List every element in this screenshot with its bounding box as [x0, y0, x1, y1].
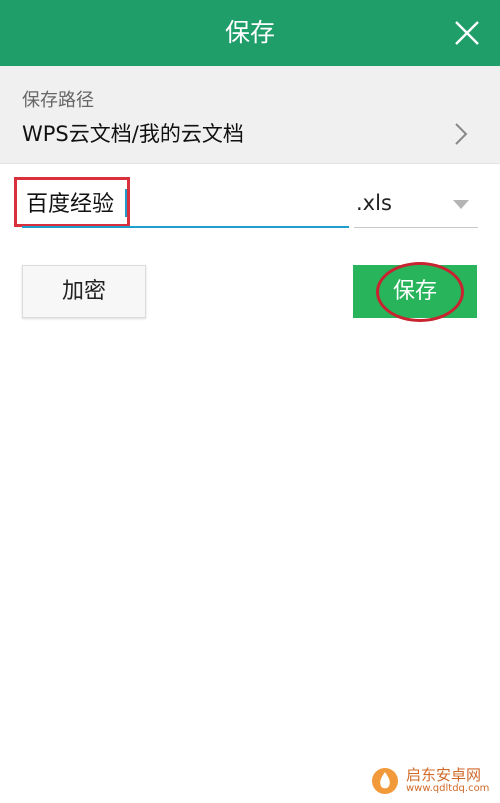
watermark-logo-icon — [370, 766, 400, 796]
filename-underline — [22, 226, 349, 228]
watermark-url: www.qdltdq.com — [406, 783, 490, 794]
filename-input[interactable] — [22, 181, 348, 223]
save-path-label: 保存路径 — [22, 90, 94, 111]
dialog-title: 保存 — [224, 18, 275, 47]
title-bar: 保存 — [0, 0, 500, 66]
extension-select[interactable]: .xls — [354, 180, 478, 228]
encrypt-button[interactable]: 加密 — [22, 265, 146, 318]
save-path-row[interactable]: 保存路径 WPS云文档/我的云文档 — [0, 66, 500, 164]
watermark-text: 启东安卓网 — [406, 766, 482, 784]
save-highlight-circle — [376, 262, 464, 322]
close-icon[interactable] — [454, 20, 480, 46]
chevron-right-icon — [454, 122, 468, 146]
text-cursor — [125, 189, 127, 217]
dropdown-arrow-icon — [453, 200, 469, 209]
watermark: 启东安卓网 www.qdltdq.com — [370, 764, 496, 798]
save-path-value: WPS云文档/我的云文档 — [22, 122, 244, 146]
extension-underline — [354, 227, 478, 228]
extension-value: .xls — [356, 191, 392, 215]
